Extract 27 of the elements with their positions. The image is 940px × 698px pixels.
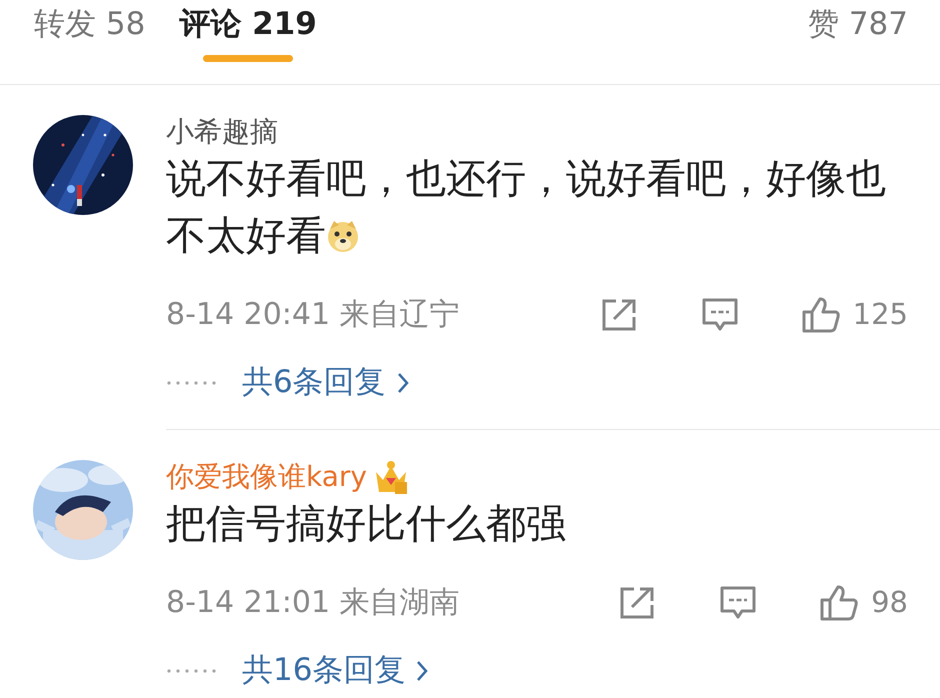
comment-button[interactable] xyxy=(719,584,758,621)
tab[interactable]: 转发 58 xyxy=(34,0,146,78)
share-icon xyxy=(619,586,656,620)
chevron-icon xyxy=(415,658,430,683)
dotted-leader xyxy=(166,668,218,674)
comment-text: 把信号搞好比什么都强 xyxy=(166,500,567,549)
share-button[interactable] xyxy=(619,586,656,620)
comment-meta: 8-14 20:41 来自辽宁 xyxy=(166,296,460,334)
chevron-icon xyxy=(396,370,410,395)
share-button[interactable] xyxy=(600,298,637,332)
username[interactable]: 小希趣摘 xyxy=(166,115,278,149)
share-icon xyxy=(600,298,637,332)
thumbs-up-icon xyxy=(800,296,841,334)
comment-icon xyxy=(719,584,758,621)
comment-meta: 8-14 21:01 来自湖南 xyxy=(166,584,460,622)
like-button[interactable]: 98 xyxy=(819,580,908,624)
comment-text: 说不好看吧，也还行，说好看吧，好像也不太好看 xyxy=(166,154,887,261)
username[interactable]: 你爱我像谁kary xyxy=(166,460,367,494)
tab[interactable]: 评论 219 xyxy=(179,0,317,78)
comment-button[interactable] xyxy=(700,296,739,333)
tab[interactable]: 赞 787 xyxy=(808,0,908,78)
dotted-leader xyxy=(166,380,218,386)
replies-link[interactable]: 共6条回复 xyxy=(242,359,410,406)
comment-icon xyxy=(700,296,739,333)
replies-link[interactable]: 共16条回复 xyxy=(242,647,430,694)
thumbs-up-icon xyxy=(819,584,860,622)
like-button[interactable]: 125 xyxy=(800,292,908,336)
